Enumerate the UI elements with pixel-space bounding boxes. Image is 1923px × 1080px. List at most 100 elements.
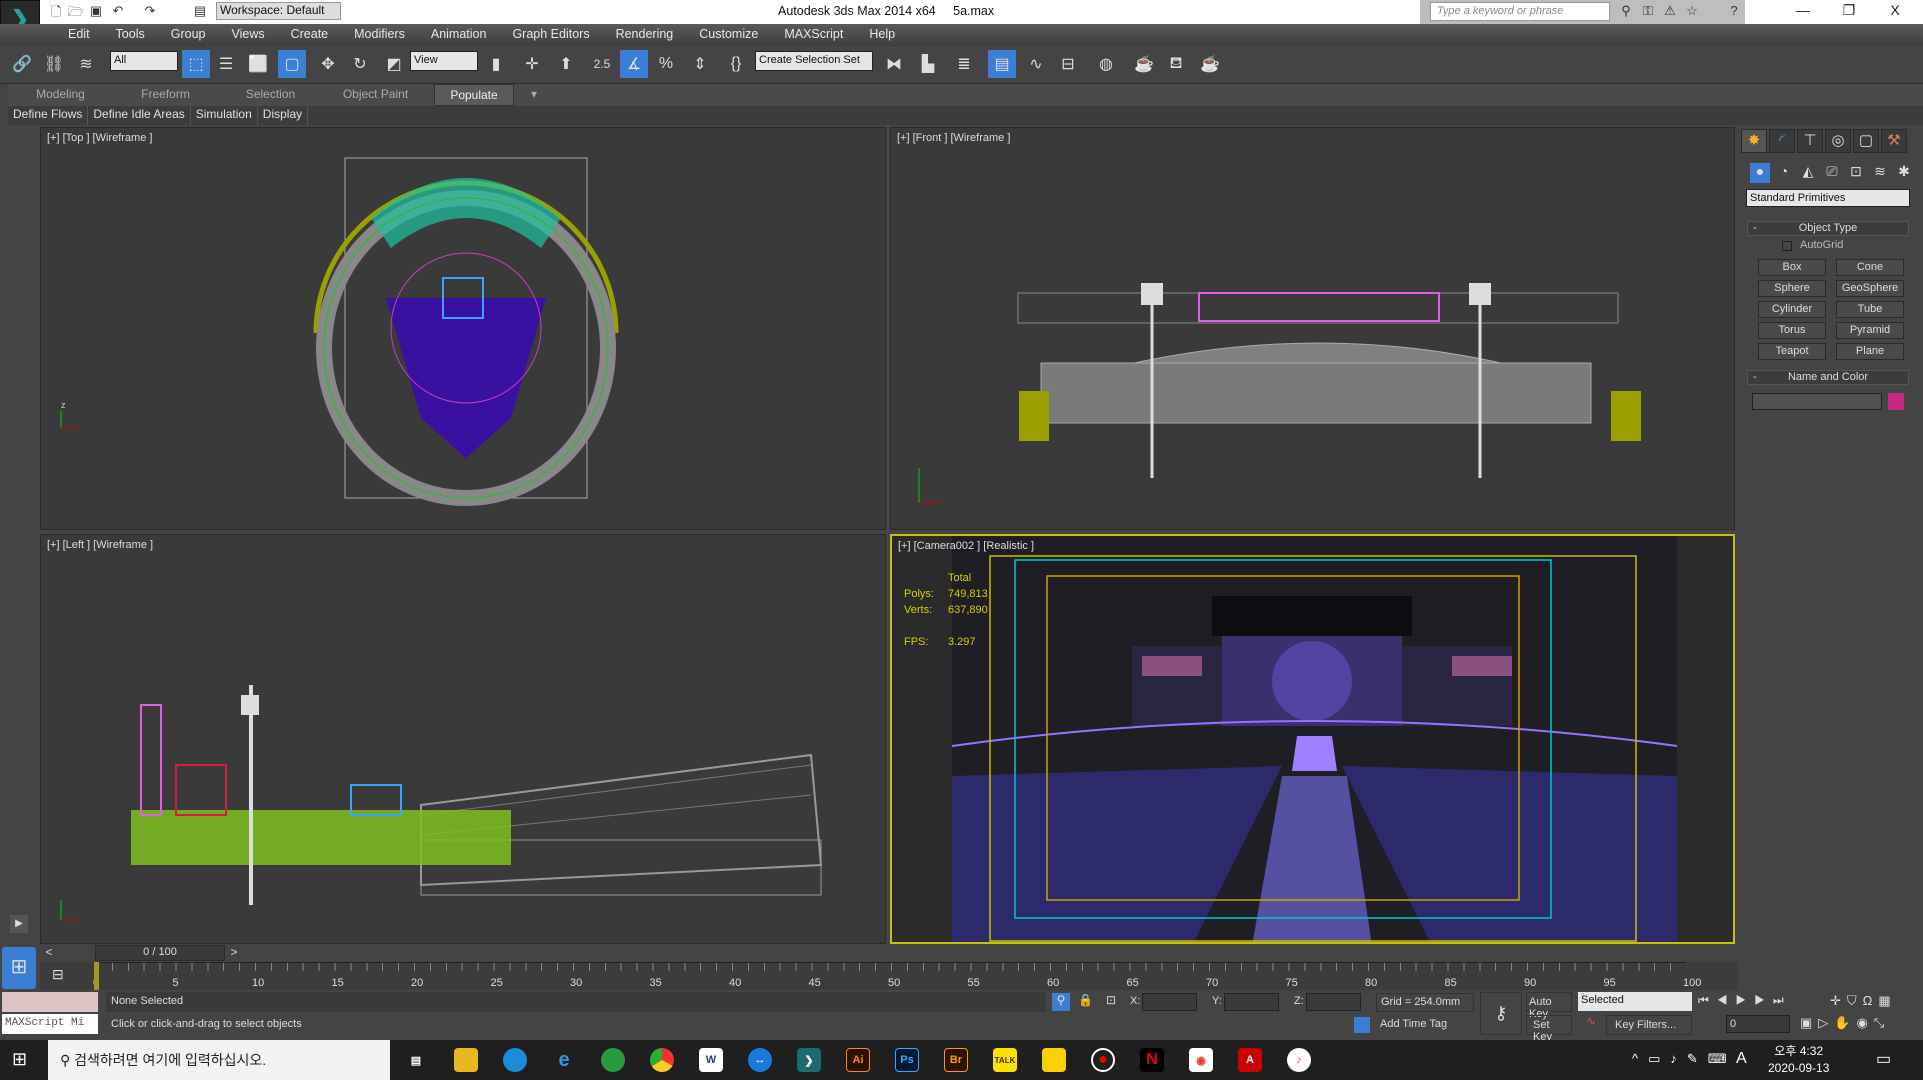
- create-tab-icon[interactable]: ✸: [1741, 129, 1767, 153]
- category-dropdown[interactable]: Standard Primitives: [1746, 189, 1910, 207]
- geometry-icon[interactable]: ●: [1750, 163, 1770, 183]
- expand-arrow-icon[interactable]: ▶: [10, 915, 28, 933]
- auto-key-button[interactable]: Auto Key: [1526, 992, 1572, 1020]
- cone-button[interactable]: Cone: [1836, 259, 1904, 276]
- key-icon[interactable]: ⚿: [1640, 3, 1656, 19]
- tab-selection[interactable]: Selection: [218, 84, 323, 106]
- key-tangent-icon[interactable]: ∿: [1586, 1014, 1596, 1028]
- clock[interactable]: 오후 4:32 2020-09-13: [1768, 1043, 1829, 1077]
- absolute-mode-icon[interactable]: ⊡: [1106, 993, 1116, 1007]
- selection-filter-dropdown[interactable]: All: [110, 51, 178, 71]
- close-button[interactable]: X: [1880, 2, 1910, 18]
- name-and-color-rollout[interactable]: - Name and Color: [1747, 370, 1909, 385]
- restore-button[interactable]: ❐: [1834, 2, 1864, 19]
- acrobat-icon[interactable]: A: [1238, 1048, 1262, 1072]
- geosphere-button[interactable]: GeoSphere: [1836, 280, 1904, 297]
- internet-explorer-icon[interactable]: e: [552, 1048, 576, 1072]
- taskbar-search[interactable]: ⚲ 검색하려면 여기에 입력하십시오.: [48, 1040, 390, 1080]
- display-tab-icon[interactable]: ▢: [1853, 129, 1879, 153]
- evernote-icon[interactable]: [601, 1048, 625, 1072]
- search-input[interactable]: Type a keyword or phrase: [1430, 2, 1610, 21]
- scene-explorer-icon[interactable]: ▤: [988, 50, 1016, 78]
- undo-icon[interactable]: ↶: [110, 3, 126, 19]
- menu-edit[interactable]: Edit: [55, 24, 103, 46]
- render-production-icon[interactable]: ☕: [1196, 50, 1224, 78]
- track-bar[interactable]: ⊟ 05101520253035404550556065707580859095…: [40, 962, 1738, 990]
- utilities-tab-icon[interactable]: ⚒: [1881, 129, 1907, 153]
- word-icon[interactable]: W: [699, 1048, 723, 1072]
- shapes-icon[interactable]: ◔: [1774, 163, 1794, 183]
- schematic-view-icon[interactable]: ⊟: [1054, 50, 1082, 78]
- link-icon[interactable]: 🔗: [8, 50, 36, 78]
- key-filters-button[interactable]: Key Filters...: [1606, 1015, 1692, 1035]
- menu-customize[interactable]: Customize: [686, 24, 771, 46]
- set-key-button[interactable]: Set Key: [1526, 1015, 1572, 1043]
- window-crossing-icon[interactable]: ▢: [278, 50, 306, 78]
- teapot-button[interactable]: Teapot: [1758, 343, 1826, 360]
- time-slider[interactable]: 0 / 100: [95, 945, 225, 961]
- bind-space-warp-icon[interactable]: ≋: [72, 50, 100, 78]
- new-file-icon[interactable]: 🗋: [48, 3, 64, 19]
- help-icon[interactable]: ?: [1726, 3, 1742, 19]
- modify-tab-icon[interactable]: ◜: [1769, 129, 1795, 153]
- viewport-camera[interactable]: [+] [Camera002 ] [Realistic ] Total Poly…: [890, 534, 1735, 944]
- snap-toggle-icon[interactable]: 2.5: [588, 50, 616, 78]
- edit-named-selection-icon[interactable]: {}: [722, 50, 750, 78]
- illustrator-icon[interactable]: Ai: [846, 1048, 870, 1072]
- menu-modifiers[interactable]: Modifiers: [341, 24, 418, 46]
- workspace-dropdown[interactable]: Workspace: Default: [216, 2, 341, 20]
- panel-simulation[interactable]: Simulation: [191, 106, 258, 125]
- space-warps-icon[interactable]: ≋: [1870, 163, 1890, 183]
- viewport-top[interactable]: [+] [Top ] [Wireframe ] z: [40, 127, 886, 530]
- y-coordinate-input[interactable]: [1224, 993, 1279, 1011]
- set-keys-key-icon[interactable]: ⚷: [1480, 992, 1522, 1035]
- ime-indicator[interactable]: A: [1736, 1050, 1747, 1068]
- menu-tools[interactable]: Tools: [103, 24, 158, 46]
- chrome-icon[interactable]: [650, 1048, 674, 1072]
- viewport-label[interactable]: [+] [Camera002 ] [Realistic ]: [898, 540, 1034, 552]
- satellite-icon[interactable]: ⚠: [1662, 3, 1678, 19]
- curve-editor-icon[interactable]: ∿: [1022, 50, 1050, 78]
- panel-define-idle-areas[interactable]: Define Idle Areas: [88, 106, 191, 125]
- viewport-left[interactable]: [+] [Left ] [Wireframe ]: [40, 534, 886, 944]
- scale-icon[interactable]: ◩: [380, 50, 408, 78]
- rotate-icon[interactable]: ↻: [346, 50, 374, 78]
- maxscript-mini-input[interactable]: MAXScript Mi: [2, 1014, 98, 1034]
- cylinder-button[interactable]: Cylinder: [1758, 301, 1826, 318]
- rendered-frame-icon[interactable]: ⛾: [1162, 50, 1190, 78]
- select-object-icon[interactable]: ⬚: [182, 50, 210, 78]
- mirror-icon[interactable]: ⧓: [880, 50, 908, 78]
- plane-button[interactable]: Plane: [1836, 343, 1904, 360]
- tab-populate[interactable]: Populate: [434, 84, 514, 106]
- menu-graph-editors[interactable]: Graph Editors: [499, 24, 602, 46]
- menu-animation[interactable]: Animation: [418, 24, 500, 46]
- prev-frame-button[interactable]: <: [42, 945, 56, 961]
- tube-button[interactable]: Tube: [1836, 301, 1904, 318]
- menu-help[interactable]: Help: [856, 24, 908, 46]
- object-type-rollout[interactable]: - Object Type: [1747, 221, 1909, 236]
- panel-define-flows[interactable]: Define Flows: [8, 106, 89, 125]
- unlink-icon[interactable]: ⛓: [40, 50, 68, 78]
- select-by-name-icon[interactable]: ☰: [212, 50, 240, 78]
- torus-button[interactable]: Torus: [1758, 322, 1826, 339]
- binoculars-icon[interactable]: ⚲: [1618, 3, 1634, 19]
- open-file-icon[interactable]: 🗁: [68, 3, 84, 19]
- lock-selection-icon[interactable]: 🔒: [1078, 993, 1093, 1007]
- cameras-icon[interactable]: ⎚: [1822, 163, 1842, 183]
- add-time-tag-button[interactable]: Add Time Tag: [1376, 1015, 1474, 1035]
- notification-icon[interactable]: ▭: [1876, 1049, 1891, 1069]
- menu-group[interactable]: Group: [158, 24, 219, 46]
- systems-icon[interactable]: ✱: [1894, 163, 1914, 183]
- 3dsmax-taskbar-icon[interactable]: ❯: [797, 1048, 821, 1072]
- current-frame-input[interactable]: 0: [1726, 1015, 1790, 1033]
- sphere-button[interactable]: Sphere: [1758, 280, 1826, 297]
- hierarchy-tab-icon[interactable]: ⊤: [1797, 129, 1823, 153]
- material-editor-icon[interactable]: ◍: [1092, 50, 1120, 78]
- netflix-icon[interactable]: N: [1140, 1048, 1164, 1072]
- tab-modeling[interactable]: Modeling: [8, 84, 113, 106]
- next-frame-button[interactable]: >: [227, 945, 241, 961]
- percent-snap-icon[interactable]: %: [652, 50, 680, 78]
- reference-coordinate-dropdown[interactable]: View: [410, 51, 478, 71]
- playback-controls[interactable]: ⏮◀▶▶⏭: [1698, 993, 1792, 1008]
- isolate-selection-icon[interactable]: ⚲: [1052, 993, 1070, 1011]
